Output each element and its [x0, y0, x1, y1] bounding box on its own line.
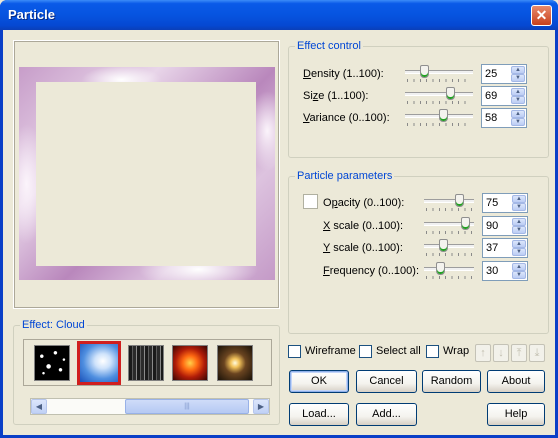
- variance-slider-thumb[interactable]: [439, 109, 448, 122]
- y-scale-label: Y scale (0..100):: [323, 242, 403, 254]
- opacity-label: Opacity (0..100):: [323, 197, 405, 209]
- x-scale-row: X scale (0..100): 90 ▲ ▼: [323, 216, 545, 237]
- density-spinbox[interactable]: 25 ▲ ▼: [481, 64, 527, 84]
- scrollbar-thumb[interactable]: |||: [125, 399, 249, 414]
- effect-horizontal-scrollbar[interactable]: ◀ ||| ▶: [30, 398, 270, 415]
- effect-thumbnail-strip: [23, 339, 272, 386]
- move-bottom-icon[interactable]: ⤓: [529, 344, 545, 362]
- opacity-value[interactable]: 75: [486, 197, 498, 209]
- frequency-spinbox[interactable]: 30 ▲ ▼: [482, 261, 528, 281]
- close-button[interactable]: ✕: [531, 5, 552, 26]
- move-down-icon[interactable]: ↓: [493, 344, 509, 362]
- help-button[interactable]: Help: [487, 403, 545, 426]
- cloud-effect-thumbnail[interactable]: [77, 341, 121, 385]
- add-button[interactable]: Add...: [356, 403, 417, 426]
- y-scale-slider[interactable]: [424, 239, 474, 257]
- density-value[interactable]: 25: [485, 68, 497, 80]
- effect-control-group: Effect control Density (1..100): 25 ▲ ▼ S…: [288, 40, 549, 158]
- density-row: Density (1..100): 25 ▲ ▼: [303, 64, 543, 85]
- random-button[interactable]: Random: [422, 370, 481, 393]
- x-scale-up-arrow-icon[interactable]: ▲: [512, 218, 526, 226]
- title-bar[interactable]: Particle ✕: [0, 0, 558, 30]
- scroll-right-arrow-icon[interactable]: ▶: [253, 399, 269, 414]
- y-scale-down-arrow-icon[interactable]: ▼: [512, 248, 526, 256]
- opacity-slider-thumb[interactable]: [455, 194, 464, 207]
- density-slider-thumb[interactable]: [420, 65, 429, 78]
- x-scale-spinbox[interactable]: 90 ▲ ▼: [482, 216, 528, 236]
- preview-panel: [13, 40, 280, 309]
- density-up-arrow-icon[interactable]: ▲: [511, 66, 525, 74]
- variance-slider[interactable]: [405, 109, 473, 127]
- variance-up-arrow-icon[interactable]: ▲: [511, 110, 525, 118]
- size-slider[interactable]: [405, 87, 473, 105]
- x-scale-slider[interactable]: [424, 217, 474, 235]
- size-label: Size (1..100):: [303, 90, 369, 102]
- ok-button[interactable]: OK: [289, 370, 349, 393]
- stars-effect-thumbnail[interactable]: [34, 345, 70, 381]
- y-scale-spinbox[interactable]: 37 ▲ ▼: [482, 238, 528, 258]
- frequency-down-arrow-icon[interactable]: ▼: [512, 271, 526, 279]
- move-top-icon[interactable]: ⤒: [511, 344, 527, 362]
- scroll-left-arrow-icon[interactable]: ◀: [31, 399, 47, 414]
- wrap-label[interactable]: Wrap: [443, 345, 469, 357]
- effect-control-title: Effect control: [295, 40, 363, 52]
- density-label: Density (1..100):: [303, 68, 384, 80]
- opacity-row: Opacity (0..100): 75 ▲ ▼: [323, 193, 545, 214]
- wireframe-checkbox[interactable]: [288, 345, 301, 358]
- y-scale-slider-thumb[interactable]: [439, 239, 448, 252]
- frequency-label: Frequency (0..100):: [323, 265, 420, 277]
- variance-row: Variance (0..100): 58 ▲ ▼: [303, 108, 543, 129]
- x-scale-slider-thumb[interactable]: [461, 217, 470, 230]
- y-scale-row: Y scale (0..100): 37 ▲ ▼: [323, 238, 545, 259]
- fire-effect-thumbnail[interactable]: [172, 345, 208, 381]
- size-row: Size (1..100): 69 ▲ ▼: [303, 86, 543, 107]
- move-up-icon[interactable]: ↑: [475, 344, 491, 362]
- particle-parameters-title: Particle parameters: [295, 170, 395, 182]
- variance-value[interactable]: 58: [485, 112, 497, 124]
- density-down-arrow-icon[interactable]: ▼: [511, 74, 525, 82]
- preview-image: [19, 67, 275, 280]
- opacity-checkbox[interactable]: [303, 194, 318, 209]
- preview-canvas: [36, 82, 256, 266]
- rain-effect-thumbnail[interactable]: [128, 345, 164, 381]
- load-button[interactable]: Load...: [289, 403, 349, 426]
- frequency-slider-thumb[interactable]: [436, 262, 445, 275]
- variance-spinbox[interactable]: 58 ▲ ▼: [481, 108, 527, 128]
- x-scale-label: X scale (0..100):: [323, 220, 404, 232]
- window-title: Particle: [8, 7, 55, 22]
- x-scale-down-arrow-icon[interactable]: ▼: [512, 226, 526, 234]
- variance-down-arrow-icon[interactable]: ▼: [511, 118, 525, 126]
- opacity-spinbox[interactable]: 75 ▲ ▼: [482, 193, 528, 213]
- frequency-value[interactable]: 30: [486, 265, 498, 277]
- frequency-up-arrow-icon[interactable]: ▲: [512, 263, 526, 271]
- y-scale-value[interactable]: 37: [486, 242, 498, 254]
- opacity-slider[interactable]: [424, 194, 474, 212]
- density-slider[interactable]: [405, 65, 473, 83]
- frequency-row: Frequency (0..100): 30 ▲ ▼: [323, 261, 545, 282]
- select-all-label[interactable]: Select all: [376, 345, 421, 357]
- size-up-arrow-icon[interactable]: ▲: [511, 88, 525, 96]
- x-scale-value[interactable]: 90: [486, 220, 498, 232]
- opacity-down-arrow-icon[interactable]: ▼: [512, 203, 526, 211]
- size-slider-thumb[interactable]: [446, 87, 455, 100]
- size-down-arrow-icon[interactable]: ▼: [511, 96, 525, 104]
- about-button[interactable]: About: [487, 370, 545, 393]
- effect-group: Effect: Cloud ◀ ||| ▶: [13, 319, 280, 425]
- frequency-slider[interactable]: [424, 262, 474, 280]
- wireframe-label[interactable]: Wireframe: [305, 345, 356, 357]
- sparkle-effect-thumbnail[interactable]: [217, 345, 253, 381]
- wrap-checkbox[interactable]: [426, 345, 439, 358]
- cancel-button[interactable]: Cancel: [356, 370, 417, 393]
- size-value[interactable]: 69: [485, 90, 497, 102]
- dialog-client-area: Effect control Density (1..100): 25 ▲ ▼ S…: [3, 30, 555, 435]
- particle-dialog: Particle ✕ Effect control Density (1..10…: [0, 0, 558, 438]
- select-all-checkbox[interactable]: [359, 345, 372, 358]
- variance-label: Variance (0..100):: [303, 112, 390, 124]
- opacity-up-arrow-icon[interactable]: ▲: [512, 195, 526, 203]
- particle-parameters-group: Particle parameters Opacity (0..100): 75…: [288, 170, 549, 334]
- y-scale-up-arrow-icon[interactable]: ▲: [512, 240, 526, 248]
- effect-group-title: Effect: Cloud: [20, 319, 87, 331]
- size-spinbox[interactable]: 69 ▲ ▼: [481, 86, 527, 106]
